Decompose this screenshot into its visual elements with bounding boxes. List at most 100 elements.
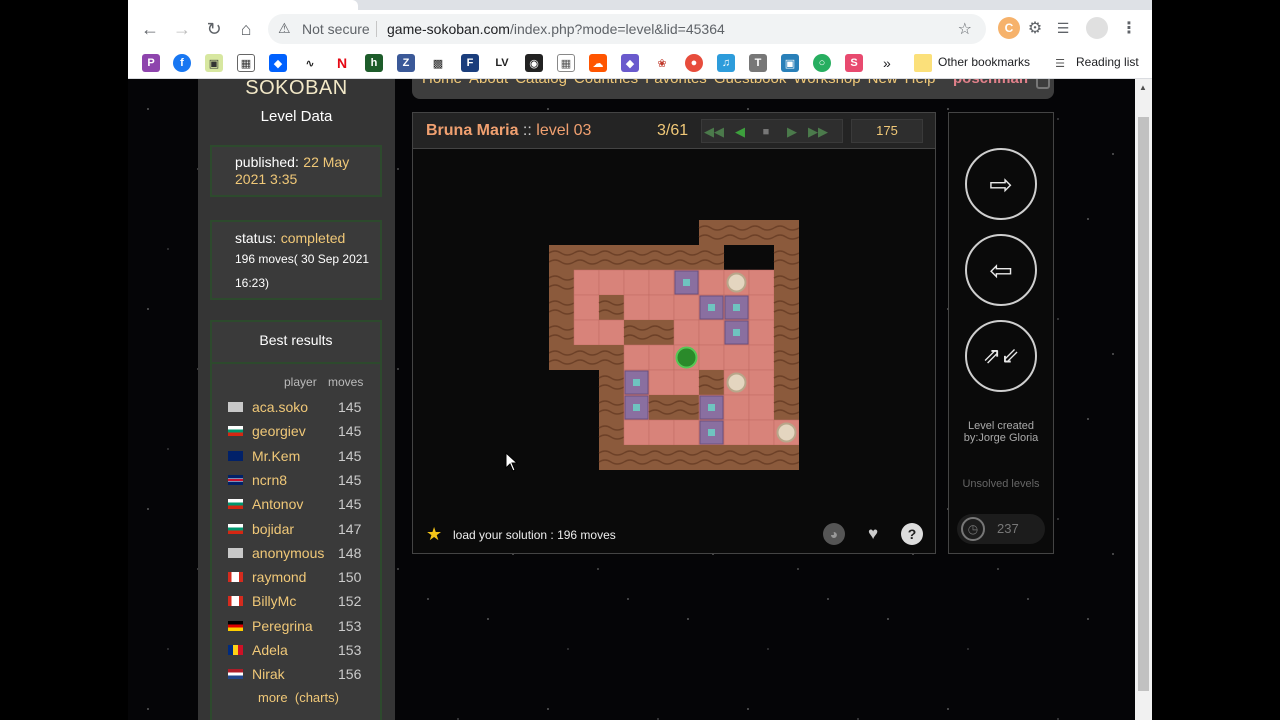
bookmark-table-icon[interactable]: ▦ [557, 54, 575, 72]
player-name[interactable]: Antonov [252, 496, 303, 512]
page-scrollbar[interactable]: ▲ [1135, 79, 1152, 720]
site-brand[interactable]: SOKOBAN [198, 79, 395, 100]
bookmark-p-icon[interactable]: P [142, 54, 160, 72]
active-tab[interactable] [128, 0, 358, 10]
nav-link-guestbook[interactable]: Guestbook [714, 79, 787, 87]
scroll-up-icon[interactable]: ▲ [1139, 83, 1147, 92]
player-name[interactable]: Adela [252, 642, 288, 658]
warning-icon[interactable]: ⚠ [278, 20, 296, 38]
nav-link-favorites[interactable]: Favorites [645, 79, 707, 87]
bookmark-icon[interactable]: ▣ [205, 54, 223, 72]
more-link[interactable]: more [258, 690, 288, 705]
nav-link-workshop[interactable]: Workshop [793, 79, 860, 87]
nav-link-countries[interactable]: Countries [574, 79, 638, 87]
player-name[interactable]: bojidar [252, 521, 294, 537]
folder-icon[interactable] [914, 54, 932, 72]
other-bookmarks[interactable]: Other bookmarks [938, 55, 1030, 69]
load-solution-link[interactable]: load your solution : 196 moves [453, 528, 616, 542]
unsolved-levels-link[interactable]: Unsolved levels [949, 477, 1053, 492]
back-icon[interactable]: ← [138, 17, 162, 41]
player-name[interactable]: georgiev [252, 423, 306, 439]
player-name[interactable]: anonymous [252, 545, 324, 561]
bookmark-icon[interactable]: ▣ [781, 54, 799, 72]
player-name[interactable]: Peregrina [252, 618, 313, 634]
wall-tile [674, 445, 699, 470]
table-row: anonymous 148 [212, 543, 380, 565]
star-icon[interactable]: ★ [426, 524, 442, 545]
address-bar[interactable]: ⚠ Not secure game-sokoban.com/index.php?… [268, 14, 986, 44]
undo-arrow-button[interactable]: ⇦ [965, 234, 1037, 306]
bookmark-facebook-icon[interactable]: f [173, 54, 191, 72]
bookmark-cube-icon[interactable]: ◆ [621, 54, 639, 72]
level-author[interactable]: Bruna Maria [426, 122, 518, 139]
wall-tile [599, 295, 624, 320]
nav-link-about[interactable]: About [469, 79, 508, 87]
timer-value: 237 [997, 521, 1019, 536]
reload-icon[interactable]: ↻ [202, 17, 226, 41]
url-path: /index.php?mode=level&lid=45364 [509, 21, 725, 37]
bookmark-z-icon[interactable]: Z [397, 54, 415, 72]
bookmark-icon[interactable]: ▦ [237, 54, 255, 72]
bookmark-star-icon[interactable]: ☆ [958, 19, 972, 39]
bookmark-soundcloud-icon[interactable]: ☁ [589, 54, 607, 72]
security-label[interactable]: Not secure [302, 21, 370, 37]
browser-toolbar: ← → ↻ ⌂ ⚠ Not secure game-sokoban.com/in… [128, 10, 1152, 48]
bookmark-t-icon[interactable]: T [749, 54, 767, 72]
nav-link-help[interactable]: Help [905, 79, 936, 87]
favorite-heart-icon[interactable]: ♥ [862, 523, 884, 545]
bookmark-h-icon[interactable]: h [365, 54, 383, 72]
extension-icon[interactable]: C [998, 17, 1020, 39]
player-name[interactable]: ncrn8 [252, 472, 287, 488]
forward-icon[interactable]: → [170, 17, 194, 41]
status-value: completed [280, 230, 346, 246]
statistics-pie-icon[interactable]: ◕ [823, 523, 845, 545]
nav-link-home[interactable]: Home [422, 79, 462, 87]
charts-link[interactable]: (charts) [295, 690, 339, 705]
player-name[interactable]: BillyMc [252, 593, 296, 609]
bookmark-netflix-icon[interactable]: N [333, 54, 351, 72]
menu-kebab-icon[interactable]: ⋮ [1118, 17, 1140, 39]
stop-icon[interactable]: ■ [757, 123, 775, 141]
bookmark-icon[interactable]: ● [685, 54, 703, 72]
nav-link-new[interactable]: New [868, 79, 898, 87]
bookmark-dropbox-icon[interactable]: ◆ [269, 54, 287, 72]
sokoban-board[interactable] [549, 220, 799, 470]
player-name[interactable]: Mr.Kem [252, 448, 300, 464]
level-creator: Level created by:Jorge Gloria [963, 420, 1039, 444]
nav-link-catalog[interactable]: Catalog [515, 79, 567, 87]
restart-arrows-button[interactable]: ⇗⇙ [965, 320, 1037, 392]
extensions-puzzle-icon[interactable]: ⚙ [1024, 17, 1046, 39]
media-control-icon[interactable]: ☰ [1052, 17, 1074, 39]
bookmark-lv-icon[interactable]: LV [493, 54, 511, 72]
bookmarks-overflow-icon[interactable]: » [883, 55, 891, 71]
help-icon[interactable]: ? [901, 523, 923, 545]
bookmark-grid-icon[interactable]: ▩ [429, 54, 447, 72]
user-menu-icon[interactable] [1036, 79, 1050, 89]
bookmark-s-icon[interactable]: S [845, 54, 863, 72]
player-name[interactable]: raymond [252, 569, 306, 585]
bookmark-icon[interactable]: ◉ [525, 54, 543, 72]
bookmark-f-icon[interactable]: F [461, 54, 479, 72]
next-level-icon[interactable]: ▶ [783, 123, 801, 141]
first-level-icon[interactable]: ◀◀ [704, 123, 724, 141]
url-text[interactable]: game-sokoban.com/index.php?mode=level&li… [387, 21, 725, 37]
profile-avatar-icon[interactable] [1086, 17, 1108, 39]
floor-tile [573, 294, 600, 321]
username[interactable]: poschman [953, 79, 1028, 87]
player-name[interactable]: Nirak [252, 666, 285, 682]
next-arrow-button[interactable]: ⇨ [965, 148, 1037, 220]
last-level-icon[interactable]: ▶▶ [808, 123, 828, 141]
home-icon[interactable]: ⌂ [234, 17, 258, 41]
clock-icon: ◷ [961, 517, 985, 541]
reading-list-icon[interactable]: ☰ [1051, 54, 1069, 72]
reading-list[interactable]: Reading list [1076, 55, 1139, 69]
mouse-cursor-icon [505, 452, 519, 472]
browser-chrome: ← → ↻ ⌂ ⚠ Not secure game-sokoban.com/in… [128, 0, 1152, 79]
scroll-thumb[interactable] [1138, 117, 1149, 691]
previous-level-icon[interactable]: ◀ [731, 123, 749, 141]
bookmark-gear-icon[interactable]: ❀ [653, 54, 671, 72]
player-name[interactable]: aca.soko [252, 399, 308, 415]
bookmark-music-icon[interactable]: ♫ [717, 54, 735, 72]
bookmark-wave-icon[interactable]: ∿ [301, 54, 319, 72]
bookmark-icon[interactable]: ○ [813, 54, 831, 72]
